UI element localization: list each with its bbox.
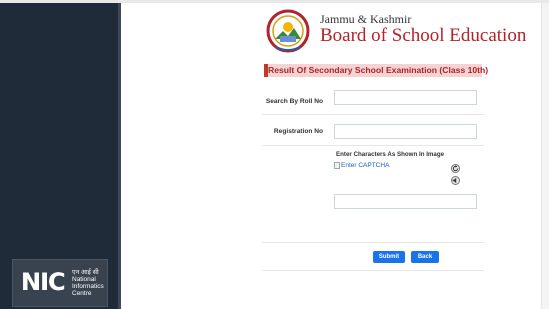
back-button[interactable]: Back — [411, 251, 439, 263]
registration-input[interactable] — [334, 124, 477, 139]
row-divider — [262, 242, 484, 243]
row-divider — [262, 114, 484, 115]
submit-button[interactable]: Submit — [373, 251, 405, 263]
audio-icon[interactable] — [451, 176, 460, 185]
left-sidebar: NIC एन आई सी National Informatics Centre — [0, 3, 118, 309]
captcha-alt-text: Enter CAPTCHA — [341, 162, 390, 169]
roll-number-label: Search By Roll No — [265, 98, 323, 105]
sidebar-divider — [118, 3, 121, 309]
captcha-image: Enter CAPTCHA — [334, 162, 389, 169]
row-divider — [262, 145, 484, 146]
brand-line-2: Board of School Education — [320, 25, 527, 46]
nic-logo-text: एन आई सी National Informatics Centre — [72, 269, 104, 297]
registration-label: Registration No — [273, 128, 323, 135]
roll-number-input[interactable] — [334, 90, 477, 105]
nic-logo-hindi: एन आई सी — [72, 269, 99, 276]
speaker-glyph-icon — [452, 177, 457, 184]
refresh-glyph-icon — [452, 165, 459, 172]
board-header: Jammu & Kashmir Board of School Educatio… — [266, 9, 526, 59]
nic-logo: NIC एन आई सी National Informatics Centre — [12, 259, 108, 307]
nic-logo-line3: Centre — [72, 290, 92, 297]
jkbose-emblem-icon — [266, 9, 310, 53]
captcha-input[interactable] — [334, 194, 477, 209]
page-scrollbar[interactable] — [541, 3, 549, 309]
row-divider — [262, 270, 484, 271]
nic-logo-line2: Informatics — [72, 283, 104, 290]
nic-logo-letters: NIC — [21, 268, 66, 296]
page-title: Result Of Secondary School Examination (… — [264, 64, 488, 77]
broken-image-icon — [334, 162, 340, 169]
nic-logo-line1: National — [72, 276, 96, 283]
captcha-heading: Enter Characters As Shown In Image — [336, 151, 445, 158]
refresh-icon[interactable] — [451, 164, 460, 173]
